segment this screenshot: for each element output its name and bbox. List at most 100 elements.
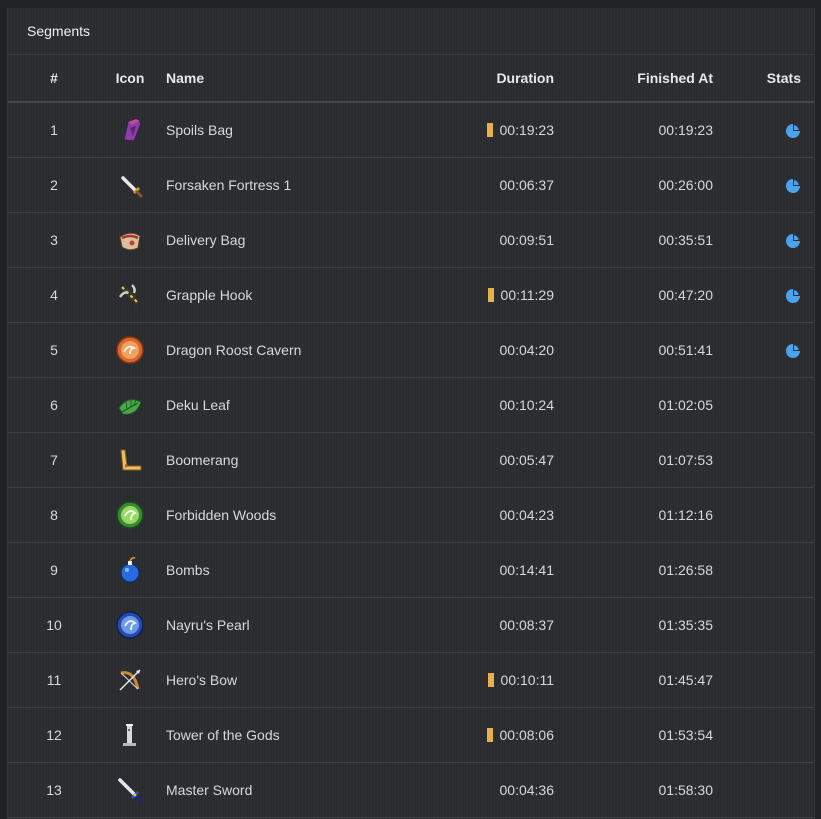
column-header-duration[interactable]: Duration [326, 55, 554, 103]
segment-number: 13 [8, 762, 100, 818]
segment-name: Nayru's Pearl [160, 597, 326, 653]
segment-icon-cell [100, 542, 160, 598]
segment-duration-cell: 00:14:41 [326, 542, 555, 598]
segment-stats-cell [713, 707, 814, 763]
segment-duration: 00:06:37 [499, 177, 555, 193]
segment-finished-at: 00:47:20 [554, 267, 713, 323]
segment-duration: 00:19:23 [499, 122, 555, 138]
segment-finished-at: 01:07:53 [554, 432, 713, 488]
segment-finished-at: 01:35:35 [554, 597, 713, 653]
column-header-finished-at[interactable]: Finished At [554, 55, 713, 103]
table-row: 5 Dragon Roost Cavern 00:04:20 00:51:41 [8, 322, 814, 378]
table-row: 2 Forsaken Fortress 1 00:06:37 00:26:00 [8, 157, 814, 213]
grapple-hook-icon [114, 279, 146, 311]
segment-stats-cell [713, 542, 814, 598]
table-row: 10 Nayru's Pearl 00:08:37 01:35:35 [8, 597, 814, 653]
segment-name: Hero's Bow [160, 652, 326, 708]
segment-duration-cell: 00:06:37 [326, 157, 555, 213]
segment-duration: 00:08:37 [499, 617, 555, 633]
table-header-row: # Icon Name Duration Finished At Stats [8, 55, 814, 103]
segment-stats-cell [713, 597, 814, 653]
segment-duration-cell: 00:10:24 [326, 377, 554, 433]
segment-stats-cell [713, 432, 814, 488]
spoils-bag-icon [114, 114, 146, 146]
segment-duration: 00:11:29 [500, 287, 554, 303]
segment-name: Tower of the Gods [160, 707, 326, 763]
pie-chart-icon[interactable] [785, 233, 801, 249]
segment-stats-cell [713, 487, 814, 543]
segment-finished-at: 00:26:00 [554, 157, 713, 213]
segment-finished-at: 01:26:58 [554, 542, 713, 598]
segments-table: # Icon Name Duration Finished At Stats 1… [8, 55, 814, 818]
segment-name: Spoils Bag [160, 102, 326, 158]
segment-icon-cell [100, 267, 160, 323]
segment-stats-cell [713, 267, 814, 323]
segment-number: 8 [8, 487, 100, 543]
segment-number: 12 [8, 707, 100, 763]
segment-duration: 00:14:41 [499, 562, 555, 578]
segment-duration-cell: 00:08:06 [326, 707, 554, 763]
segment-duration-cell: 00:09:51 [326, 212, 554, 268]
table-row: 13 Master Sword 00:04:36 01:58:30 [8, 762, 814, 818]
segment-icon-cell [100, 597, 160, 653]
table-row: 11 Hero's Bow 00:10:11 01:45:47 [8, 652, 814, 708]
column-header-name[interactable]: Name [160, 55, 326, 103]
pie-chart-icon[interactable] [785, 123, 801, 139]
segment-name: Forbidden Woods [160, 487, 326, 543]
table-row: 9 Bombs 00:14:41 01:26:58 [8, 542, 814, 598]
segment-icon-cell [100, 762, 160, 818]
segment-stats-cell [713, 652, 814, 708]
segments-panel: Segments # Icon Name Duration Finished A… [7, 8, 815, 819]
segment-number: 4 [8, 267, 100, 323]
gold-segment-marker [486, 728, 493, 742]
segment-duration-cell: 00:04:36 [326, 762, 554, 818]
segment-duration-cell: 00:08:37 [326, 597, 555, 653]
pie-chart-icon[interactable] [785, 178, 801, 194]
segment-name: Delivery Bag [160, 212, 326, 268]
column-header-number[interactable]: # [8, 55, 100, 103]
tower-icon [114, 719, 146, 751]
segment-number: 2 [8, 157, 100, 213]
segment-icon-cell [100, 652, 160, 708]
segment-duration-cell: 00:05:47 [326, 432, 555, 488]
segment-duration-cell: 00:11:29 [326, 267, 554, 323]
column-header-icon[interactable]: Icon [100, 55, 160, 103]
segment-name: Dragon Roost Cavern [160, 322, 326, 378]
segment-icon-cell [100, 322, 160, 378]
dragon-pearl-icon [114, 334, 146, 366]
bomb-icon [114, 554, 146, 586]
deku-leaf-icon [114, 389, 146, 421]
segment-number: 1 [8, 102, 100, 158]
segment-duration-cell: 00:10:11 [326, 652, 554, 708]
column-header-stats[interactable]: Stats [713, 55, 814, 103]
segment-number: 11 [8, 652, 100, 708]
segment-number: 10 [8, 597, 100, 653]
table-row: 12 Tower of the Gods 00:08:06 01:53:54 [8, 707, 814, 763]
gold-segment-marker [487, 288, 494, 302]
segment-duration-cell: 00:04:20 [326, 322, 555, 378]
table-row: 8 Forbidden Woods 00:04:23 01:12:16 [8, 487, 814, 543]
segment-icon-cell [100, 707, 160, 763]
segment-finished-at: 00:19:23 [554, 102, 713, 158]
segment-number: 6 [8, 377, 100, 433]
table-row: 7 Boomerang 00:05:47 01:07:53 [8, 432, 814, 488]
segment-name: Deku Leaf [160, 377, 326, 433]
pie-chart-icon[interactable] [785, 343, 801, 359]
segment-stats-cell [713, 212, 814, 268]
segment-name: Grapple Hook [160, 267, 326, 323]
segment-duration: 00:04:20 [499, 342, 555, 358]
panel-title: Segments [8, 8, 814, 55]
segment-duration: 00:05:47 [499, 452, 555, 468]
segment-finished-at: 01:53:54 [554, 707, 713, 763]
boomerang-icon [114, 444, 146, 476]
pie-chart-icon[interactable] [785, 288, 801, 304]
segment-finished-at: 00:35:51 [554, 212, 713, 268]
segment-name: Forsaken Fortress 1 [160, 157, 326, 213]
segment-stats-cell [713, 157, 814, 213]
segments-table-body: 1 Spoils Bag 00:19:23 00:19:23 2 Forsaken For… [8, 102, 814, 818]
segment-finished-at: 00:51:41 [554, 322, 713, 378]
segment-duration: 00:04:23 [499, 507, 555, 523]
master-sword-icon [114, 774, 146, 806]
segment-icon-cell [100, 377, 160, 433]
segment-number: 5 [8, 322, 100, 378]
